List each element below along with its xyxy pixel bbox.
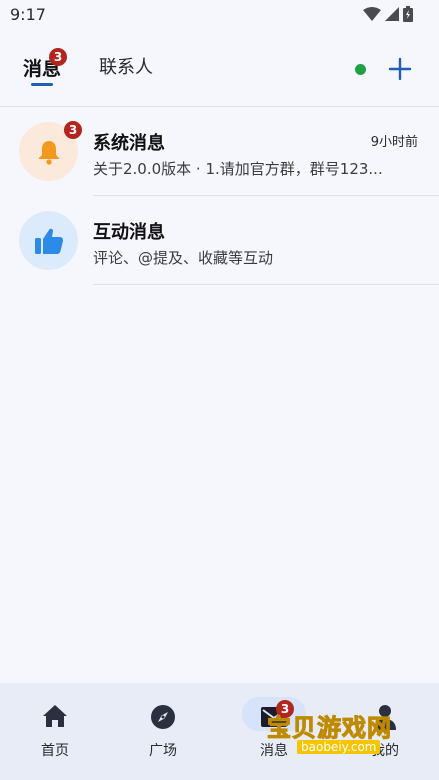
thumbs-up-icon — [34, 228, 63, 254]
status-icons — [363, 6, 413, 22]
list-divider — [93, 195, 439, 196]
battery-icon — [403, 6, 413, 22]
home-icon — [43, 705, 67, 727]
signal-icon — [385, 7, 399, 21]
nav-me-label: 我的 — [371, 743, 399, 759]
message-preview: 关于2.0.0版本 · 1.请加官方群，群号123... — [93, 160, 383, 178]
compass-icon — [151, 705, 175, 729]
bell-icon — [38, 140, 59, 165]
message-preview: 评论、@提及、收藏等互动 — [93, 249, 274, 267]
message-title: 系统消息 — [93, 133, 165, 154]
bottom-navigation: 首页 广场 3 消息 我的 — [0, 683, 439, 780]
list-item-interaction-messages[interactable]: 互动消息 评论、@提及、收藏等互动 — [0, 197, 439, 285]
message-title: 互动消息 — [93, 222, 165, 243]
nav-messages[interactable]: 3 消息 — [219, 683, 329, 780]
nav-home-label: 首页 — [41, 743, 69, 759]
nav-messages-label: 消息 — [260, 743, 288, 759]
nav-home[interactable]: 首页 — [0, 683, 110, 780]
tab-contacts[interactable]: 联系人 — [99, 53, 153, 79]
header-tabs: 消息 3 联系人 — [0, 40, 439, 106]
tab-contacts-label: 联系人 — [99, 57, 153, 78]
tab-messages-badge: 3 — [49, 48, 67, 66]
nav-square-label: 广场 — [149, 743, 177, 759]
unread-badge: 3 — [64, 121, 82, 139]
online-status-dot — [355, 64, 366, 75]
avatar — [19, 211, 78, 270]
nav-me[interactable]: 我的 — [330, 683, 439, 780]
nav-messages-badge: 3 — [276, 700, 294, 718]
list-item-system-messages[interactable]: 3 系统消息 9小时前 关于2.0.0版本 · 1.请加官方群，群号123... — [0, 108, 439, 196]
nav-square[interactable]: 广场 — [108, 683, 218, 780]
list-divider — [93, 284, 439, 285]
header-divider — [0, 106, 439, 107]
person-icon — [374, 705, 396, 730]
add-button[interactable] — [388, 57, 412, 81]
wifi-icon — [363, 7, 381, 21]
message-time: 9小时前 — [370, 135, 418, 150]
active-tab-indicator — [31, 83, 53, 86]
status-time: 9:17 — [10, 5, 46, 24]
status-bar: 9:17 — [0, 0, 439, 30]
